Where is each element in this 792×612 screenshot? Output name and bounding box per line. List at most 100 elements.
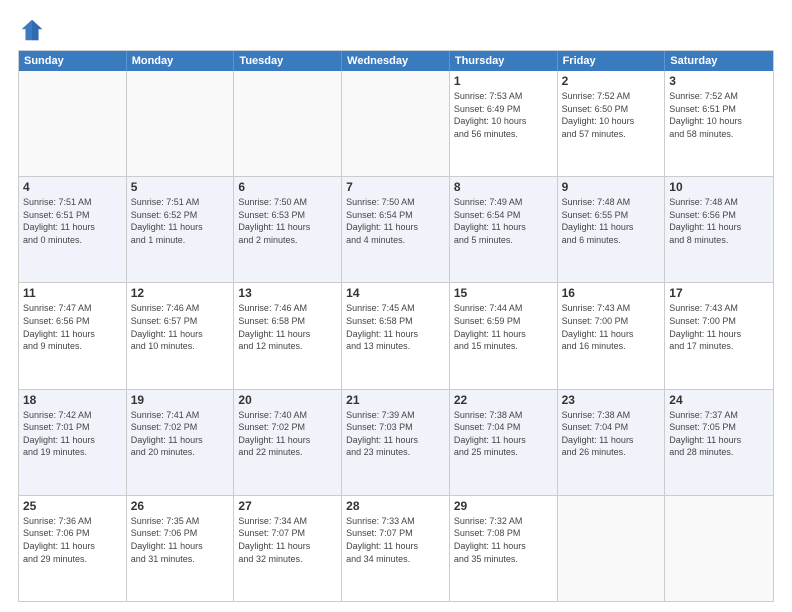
day-number: 28 <box>346 499 445 513</box>
day-info: Sunrise: 7:37 AM Sunset: 7:05 PM Dayligh… <box>669 409 769 459</box>
calendar-header: SundayMondayTuesdayWednesdayThursdayFrid… <box>19 51 773 71</box>
day-number: 3 <box>669 74 769 88</box>
cal-cell-4: 4 Sunrise: 7:51 AM Sunset: 6:51 PM Daylig… <box>19 177 127 282</box>
day-info: Sunrise: 7:52 AM Sunset: 6:51 PM Dayligh… <box>669 90 769 140</box>
day-number: 12 <box>131 286 230 300</box>
cal-cell-17: 17 Sunrise: 7:43 AM Sunset: 7:00 PM Dayli… <box>665 283 773 388</box>
day-number: 19 <box>131 393 230 407</box>
header-cell-friday: Friday <box>558 51 666 71</box>
day-number: 11 <box>23 286 122 300</box>
day-number: 24 <box>669 393 769 407</box>
day-number: 7 <box>346 180 445 194</box>
day-info: Sunrise: 7:50 AM Sunset: 6:53 PM Dayligh… <box>238 196 337 246</box>
day-info: Sunrise: 7:50 AM Sunset: 6:54 PM Dayligh… <box>346 196 445 246</box>
day-info: Sunrise: 7:35 AM Sunset: 7:06 PM Dayligh… <box>131 515 230 565</box>
cal-cell-25: 25 Sunrise: 7:36 AM Sunset: 7:06 PM Dayli… <box>19 496 127 601</box>
day-number: 22 <box>454 393 553 407</box>
cal-cell-27: 27 Sunrise: 7:34 AM Sunset: 7:07 PM Dayli… <box>234 496 342 601</box>
cal-cell-8: 8Sunrise: 7:49 AM Sunset: 6:54 PM Daylig… <box>450 177 558 282</box>
day-info: Sunrise: 7:48 AM Sunset: 6:55 PM Dayligh… <box>562 196 661 246</box>
day-info: Sunrise: 7:39 AM Sunset: 7:03 PM Dayligh… <box>346 409 445 459</box>
cal-cell-21: 21Sunrise: 7:39 AM Sunset: 7:03 PM Dayli… <box>342 390 450 495</box>
cal-cell-18: 18 Sunrise: 7:42 AM Sunset: 7:01 PM Dayli… <box>19 390 127 495</box>
day-info: Sunrise: 7:38 AM Sunset: 7:04 PM Dayligh… <box>562 409 661 459</box>
day-info: Sunrise: 7:51 AM Sunset: 6:51 PM Dayligh… <box>23 196 122 246</box>
day-info: Sunrise: 7:43 AM Sunset: 7:00 PM Dayligh… <box>562 302 661 352</box>
day-info: Sunrise: 7:51 AM Sunset: 6:52 PM Dayligh… <box>131 196 230 246</box>
day-info: Sunrise: 7:38 AM Sunset: 7:04 PM Dayligh… <box>454 409 553 459</box>
cal-cell-empty-0-0 <box>19 71 127 176</box>
day-number: 9 <box>562 180 661 194</box>
day-number: 18 <box>23 393 122 407</box>
day-number: 16 <box>562 286 661 300</box>
day-info: Sunrise: 7:47 AM Sunset: 6:56 PM Dayligh… <box>23 302 122 352</box>
cal-cell-19: 19 Sunrise: 7:41 AM Sunset: 7:02 PM Dayli… <box>127 390 235 495</box>
cal-cell-6: 6 Sunrise: 7:50 AM Sunset: 6:53 PM Daylig… <box>234 177 342 282</box>
cal-cell-16: 16 Sunrise: 7:43 AM Sunset: 7:00 PM Dayli… <box>558 283 666 388</box>
calendar-row-1: 4 Sunrise: 7:51 AM Sunset: 6:51 PM Daylig… <box>19 176 773 282</box>
day-info: Sunrise: 7:46 AM Sunset: 6:58 PM Dayligh… <box>238 302 337 352</box>
day-number: 5 <box>131 180 230 194</box>
cal-cell-24: 24 Sunrise: 7:37 AM Sunset: 7:05 PM Dayli… <box>665 390 773 495</box>
cal-cell-empty-4-5 <box>558 496 666 601</box>
day-info: Sunrise: 7:46 AM Sunset: 6:57 PM Dayligh… <box>131 302 230 352</box>
cal-cell-empty-0-2 <box>234 71 342 176</box>
cal-cell-28: 28Sunrise: 7:33 AM Sunset: 7:07 PM Dayli… <box>342 496 450 601</box>
day-number: 20 <box>238 393 337 407</box>
day-info: Sunrise: 7:44 AM Sunset: 6:59 PM Dayligh… <box>454 302 553 352</box>
cal-cell-empty-4-6 <box>665 496 773 601</box>
cal-cell-1: 1 Sunrise: 7:53 AM Sunset: 6:49 PM Daylig… <box>450 71 558 176</box>
day-number: 23 <box>562 393 661 407</box>
cal-cell-12: 12 Sunrise: 7:46 AM Sunset: 6:57 PM Dayli… <box>127 283 235 388</box>
cal-cell-10: 10 Sunrise: 7:48 AM Sunset: 6:56 PM Dayli… <box>665 177 773 282</box>
day-number: 29 <box>454 499 553 513</box>
day-info: Sunrise: 7:53 AM Sunset: 6:49 PM Dayligh… <box>454 90 553 140</box>
cal-cell-5: 5 Sunrise: 7:51 AM Sunset: 6:52 PM Daylig… <box>127 177 235 282</box>
day-number: 2 <box>562 74 661 88</box>
day-number: 6 <box>238 180 337 194</box>
cal-cell-26: 26 Sunrise: 7:35 AM Sunset: 7:06 PM Dayli… <box>127 496 235 601</box>
cal-cell-13: 13 Sunrise: 7:46 AM Sunset: 6:58 PM Dayli… <box>234 283 342 388</box>
calendar-row-0: 1 Sunrise: 7:53 AM Sunset: 6:49 PM Daylig… <box>19 71 773 176</box>
day-number: 15 <box>454 286 553 300</box>
day-info: Sunrise: 7:43 AM Sunset: 7:00 PM Dayligh… <box>669 302 769 352</box>
day-number: 10 <box>669 180 769 194</box>
logo <box>18 16 50 44</box>
cal-cell-empty-0-1 <box>127 71 235 176</box>
cal-cell-2: 2 Sunrise: 7:52 AM Sunset: 6:50 PM Daylig… <box>558 71 666 176</box>
cal-cell-14: 14Sunrise: 7:45 AM Sunset: 6:58 PM Dayli… <box>342 283 450 388</box>
day-info: Sunrise: 7:48 AM Sunset: 6:56 PM Dayligh… <box>669 196 769 246</box>
header-cell-monday: Monday <box>127 51 235 71</box>
calendar-body: 1 Sunrise: 7:53 AM Sunset: 6:49 PM Daylig… <box>19 71 773 601</box>
day-number: 27 <box>238 499 337 513</box>
day-number: 8 <box>454 180 553 194</box>
calendar: SundayMondayTuesdayWednesdayThursdayFrid… <box>18 50 774 602</box>
day-number: 1 <box>454 74 553 88</box>
header-cell-wednesday: Wednesday <box>342 51 450 71</box>
cal-cell-22: 22 Sunrise: 7:38 AM Sunset: 7:04 PM Dayli… <box>450 390 558 495</box>
cal-cell-7: 7 Sunrise: 7:50 AM Sunset: 6:54 PM Daylig… <box>342 177 450 282</box>
cal-cell-11: 11 Sunrise: 7:47 AM Sunset: 6:56 PM Dayli… <box>19 283 127 388</box>
cal-cell-3: 3 Sunrise: 7:52 AM Sunset: 6:51 PM Daylig… <box>665 71 773 176</box>
calendar-row-3: 18 Sunrise: 7:42 AM Sunset: 7:01 PM Dayli… <box>19 389 773 495</box>
cal-cell-9: 9 Sunrise: 7:48 AM Sunset: 6:55 PM Daylig… <box>558 177 666 282</box>
day-number: 4 <box>23 180 122 194</box>
header-cell-saturday: Saturday <box>665 51 773 71</box>
header-cell-tuesday: Tuesday <box>234 51 342 71</box>
cal-cell-20: 20Sunrise: 7:40 AM Sunset: 7:02 PM Dayli… <box>234 390 342 495</box>
cal-cell-29: 29 Sunrise: 7:32 AM Sunset: 7:08 PM Dayli… <box>450 496 558 601</box>
header-cell-thursday: Thursday <box>450 51 558 71</box>
day-number: 26 <box>131 499 230 513</box>
day-number: 13 <box>238 286 337 300</box>
day-info: Sunrise: 7:41 AM Sunset: 7:02 PM Dayligh… <box>131 409 230 459</box>
day-info: Sunrise: 7:42 AM Sunset: 7:01 PM Dayligh… <box>23 409 122 459</box>
calendar-row-2: 11 Sunrise: 7:47 AM Sunset: 6:56 PM Dayli… <box>19 282 773 388</box>
day-info: Sunrise: 7:36 AM Sunset: 7:06 PM Dayligh… <box>23 515 122 565</box>
header-cell-sunday: Sunday <box>19 51 127 71</box>
day-info: Sunrise: 7:34 AM Sunset: 7:07 PM Dayligh… <box>238 515 337 565</box>
day-number: 25 <box>23 499 122 513</box>
day-info: Sunrise: 7:52 AM Sunset: 6:50 PM Dayligh… <box>562 90 661 140</box>
day-number: 17 <box>669 286 769 300</box>
day-info: Sunrise: 7:32 AM Sunset: 7:08 PM Dayligh… <box>454 515 553 565</box>
calendar-row-4: 25 Sunrise: 7:36 AM Sunset: 7:06 PM Dayli… <box>19 495 773 601</box>
